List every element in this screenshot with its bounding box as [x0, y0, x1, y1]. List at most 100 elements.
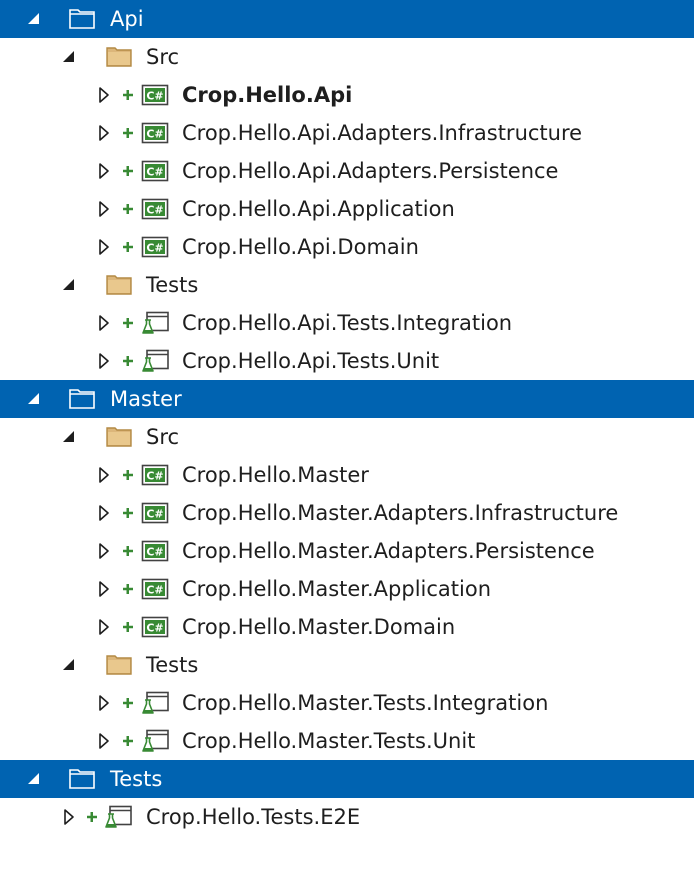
- solution-folder-icon: [68, 387, 96, 411]
- test-project-icon: [141, 729, 169, 753]
- solution-folder-icon: [68, 7, 96, 31]
- tree-item-label: Crop.Hello.Master.Tests.Integration: [182, 691, 549, 715]
- expand-arrow-icon[interactable]: [95, 314, 113, 332]
- csharp-project-icon: C#: [141, 197, 169, 221]
- tree-item-label: Src: [146, 425, 180, 449]
- tree-item-label: Crop.Hello.Master: [182, 463, 369, 487]
- expand-arrow-icon[interactable]: [95, 124, 113, 142]
- tree-item-label: Src: [146, 45, 180, 69]
- pending-add-icon: [121, 351, 135, 371]
- tree-item-label: Crop.Hello.Tests.E2E: [146, 805, 361, 829]
- folder-icon: [105, 425, 133, 449]
- svg-text:C#: C#: [146, 90, 163, 103]
- collapse-arrow-icon[interactable]: [60, 48, 78, 66]
- pending-add-icon: [121, 503, 135, 523]
- expand-arrow-icon[interactable]: [95, 352, 113, 370]
- tree-item-crop-hello-api-application[interactable]: C# Crop.Hello.Api.Application: [0, 190, 694, 228]
- tree-item-crop-hello-api-tests-integration[interactable]: Crop.Hello.Api.Tests.Integration: [0, 304, 694, 342]
- csharp-project-icon: C#: [141, 501, 169, 525]
- tree-item-tests[interactable]: Tests: [0, 266, 694, 304]
- tree-item-crop-hello-api-adapters-infrastructure[interactable]: C# Crop.Hello.Api.Adapters.Infrastructure: [0, 114, 694, 152]
- pending-add-icon: [121, 579, 135, 599]
- collapse-arrow-icon[interactable]: [25, 770, 43, 788]
- tree-item-crop-hello-master-adapters-infrastructure[interactable]: C# Crop.Hello.Master.Adapters.Infrastruct…: [0, 494, 694, 532]
- tree-item-crop-hello-api-domain[interactable]: C# Crop.Hello.Api.Domain: [0, 228, 694, 266]
- collapse-arrow-icon[interactable]: [25, 390, 43, 408]
- tree-item-crop-hello-master-domain[interactable]: C# Crop.Hello.Master.Domain: [0, 608, 694, 646]
- pending-add-icon: [121, 199, 135, 219]
- tree-item-label: Crop.Hello.Master.Tests.Unit: [182, 729, 476, 753]
- svg-text:C#: C#: [146, 508, 163, 521]
- test-project-icon: [141, 311, 169, 335]
- expand-arrow-icon[interactable]: [60, 808, 78, 826]
- pending-add-icon: [121, 617, 135, 637]
- tree-item-label: Tests: [146, 653, 199, 677]
- tree-item-label: Crop.Hello.Api: [182, 83, 353, 107]
- tree-item-crop-hello-tests-e2e[interactable]: Crop.Hello.Tests.E2E: [0, 798, 694, 836]
- collapse-arrow-icon[interactable]: [60, 428, 78, 446]
- expand-arrow-icon[interactable]: [95, 86, 113, 104]
- folder-icon: [105, 653, 133, 677]
- pending-add-icon: [85, 807, 99, 827]
- expand-arrow-icon[interactable]: [95, 694, 113, 712]
- tree-item-api[interactable]: Api: [0, 0, 694, 38]
- tree-item-crop-hello-master-adapters-persistence[interactable]: C# Crop.Hello.Master.Adapters.Persistence: [0, 532, 694, 570]
- svg-text:C#: C#: [146, 204, 163, 217]
- tree-item-crop-hello-master-application[interactable]: C# Crop.Hello.Master.Application: [0, 570, 694, 608]
- tree-item-crop-hello-api[interactable]: C# Crop.Hello.Api: [0, 76, 694, 114]
- tree-item-crop-hello-api-adapters-persistence[interactable]: C# Crop.Hello.Api.Adapters.Persistence: [0, 152, 694, 190]
- collapse-arrow-icon[interactable]: [60, 656, 78, 674]
- svg-text:C#: C#: [146, 622, 163, 635]
- tree-item-src[interactable]: Src: [0, 418, 694, 456]
- expand-arrow-icon[interactable]: [95, 238, 113, 256]
- svg-text:C#: C#: [146, 546, 163, 559]
- csharp-project-icon: C#: [141, 463, 169, 487]
- csharp-project-icon: C#: [141, 539, 169, 563]
- expand-arrow-icon[interactable]: [95, 580, 113, 598]
- svg-text:C#: C#: [146, 470, 163, 483]
- tree-item-crop-hello-master-tests-unit[interactable]: Crop.Hello.Master.Tests.Unit: [0, 722, 694, 760]
- tree-item-label: Crop.Hello.Api.Tests.Integration: [182, 311, 513, 335]
- pending-add-icon: [121, 693, 135, 713]
- svg-text:C#: C#: [146, 584, 163, 597]
- expand-arrow-icon[interactable]: [95, 542, 113, 560]
- pending-add-icon: [121, 731, 135, 751]
- folder-icon: [105, 45, 133, 69]
- tree-item-crop-hello-api-tests-unit[interactable]: Crop.Hello.Api.Tests.Unit: [0, 342, 694, 380]
- expand-arrow-icon[interactable]: [95, 732, 113, 750]
- csharp-project-icon: C#: [141, 159, 169, 183]
- tree-item-label: Api: [110, 7, 144, 31]
- pending-add-icon: [121, 123, 135, 143]
- tree-item-label: Crop.Hello.Api.Application: [182, 197, 455, 221]
- tree-item-label: Crop.Hello.Master.Application: [182, 577, 492, 601]
- expand-arrow-icon[interactable]: [95, 200, 113, 218]
- tree-item-master[interactable]: Master: [0, 380, 694, 418]
- test-project-icon: [104, 805, 132, 829]
- expand-arrow-icon[interactable]: [95, 618, 113, 636]
- csharp-project-icon: C#: [141, 615, 169, 639]
- tree-item-label: Crop.Hello.Master.Adapters.Infrastructur…: [182, 501, 619, 525]
- tree-item-tests[interactable]: Tests: [0, 760, 694, 798]
- collapse-arrow-icon[interactable]: [60, 276, 78, 294]
- expand-arrow-icon[interactable]: [95, 466, 113, 484]
- csharp-project-icon: C#: [141, 83, 169, 107]
- collapse-arrow-icon[interactable]: [25, 10, 43, 28]
- tree-item-label: Crop.Hello.Api.Adapters.Persistence: [182, 159, 559, 183]
- csharp-project-icon: C#: [141, 235, 169, 259]
- tree-item-label: Crop.Hello.Api.Tests.Unit: [182, 349, 440, 373]
- csharp-project-icon: C#: [141, 577, 169, 601]
- tree-item-label: Tests: [146, 273, 199, 297]
- pending-add-icon: [121, 313, 135, 333]
- csharp-project-icon: C#: [141, 121, 169, 145]
- tree-item-src[interactable]: Src: [0, 38, 694, 76]
- tree-item-tests[interactable]: Tests: [0, 646, 694, 684]
- tree-item-label: Master: [110, 387, 182, 411]
- expand-arrow-icon[interactable]: [95, 504, 113, 522]
- expand-arrow-icon[interactable]: [95, 162, 113, 180]
- pending-add-icon: [121, 465, 135, 485]
- test-project-icon: [141, 349, 169, 373]
- tree-item-crop-hello-master[interactable]: C# Crop.Hello.Master: [0, 456, 694, 494]
- tree-item-crop-hello-master-tests-integration[interactable]: Crop.Hello.Master.Tests.Integration: [0, 684, 694, 722]
- tree-item-label: Crop.Hello.Api.Adapters.Infrastructure: [182, 121, 583, 145]
- pending-add-icon: [121, 161, 135, 181]
